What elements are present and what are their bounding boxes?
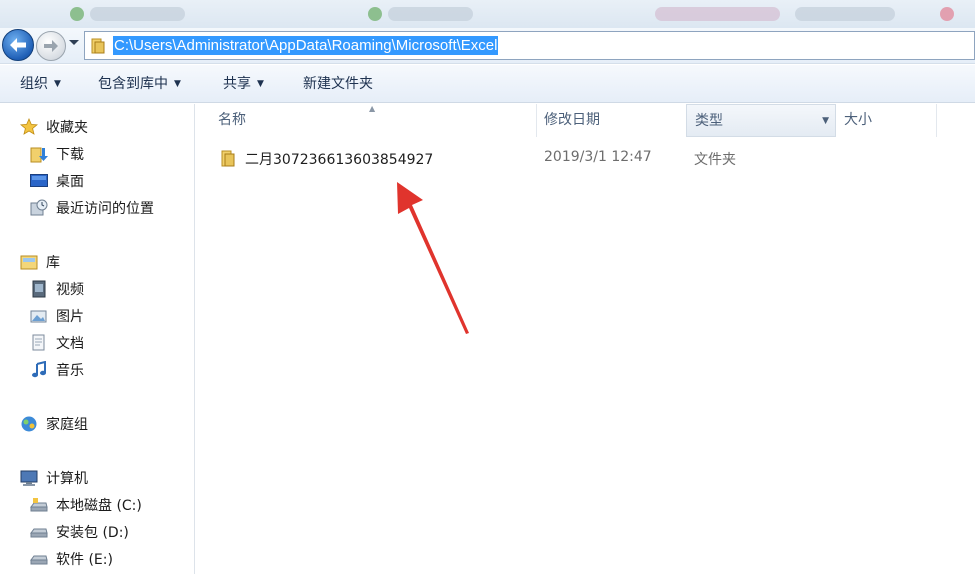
nav-item-label: 桌面: [56, 174, 84, 190]
nav-homegroup[interactable]: 家庭组: [20, 413, 88, 435]
address-path-text[interactable]: C:\Users\Administrator\AppData\Roaming\M…: [113, 36, 499, 55]
nav-item-drive-d[interactable]: 安装包 (D:): [30, 521, 129, 543]
new-folder-label: 新建文件夹: [303, 76, 373, 92]
column-modified-label: 修改日期: [544, 112, 600, 128]
nav-item-desktop[interactable]: 桌面: [30, 170, 84, 192]
share-label: 共享: [223, 76, 251, 92]
folder-icon: [91, 38, 105, 54]
nav-item-downloads[interactable]: 下载: [30, 143, 84, 165]
computer-icon: [20, 469, 38, 487]
nav-item-label: 视频: [56, 282, 84, 298]
chevron-down-icon: ▼: [257, 79, 264, 89]
nav-item-label: 图片: [56, 309, 84, 325]
folder-icon: [221, 150, 235, 167]
navigation-bar: C:\Users\Administrator\AppData\Roaming\M…: [0, 28, 975, 64]
music-icon: [30, 361, 48, 379]
nav-libraries[interactable]: 库: [20, 251, 60, 273]
navigation-pane: 收藏夹 下载 桌面 最近访问的位置 库 视频 图片 文档 音乐 家庭组 计算机 …: [0, 104, 195, 574]
nav-item-videos[interactable]: 视频: [30, 278, 84, 300]
recent-pages-dropdown-icon[interactable]: [68, 39, 80, 47]
star-icon: [20, 118, 38, 136]
chevron-down-icon: ▼: [174, 79, 181, 89]
nav-favorites-label: 收藏夹: [46, 120, 88, 136]
file-modified: 2019/3/1 12:47: [544, 149, 652, 165]
drive-icon: [30, 550, 48, 568]
downloads-folder-icon: [30, 145, 48, 163]
nav-computer[interactable]: 计算机: [20, 467, 88, 489]
column-size-label: 大小: [844, 112, 872, 128]
tab-favicon: [70, 7, 84, 21]
nav-libraries-label: 库: [46, 255, 60, 271]
column-name-label: 名称: [218, 112, 246, 128]
nav-item-documents[interactable]: 文档: [30, 332, 84, 354]
sort-ascending-icon: ▲: [369, 104, 376, 113]
nav-item-label: 音乐: [56, 363, 84, 379]
include-in-library-label: 包含到库中: [98, 76, 168, 92]
nav-favorites[interactable]: 收藏夹: [20, 116, 88, 138]
command-toolbar: 组织 ▼ 包含到库中 ▼ 共享 ▼ 新建文件夹: [0, 65, 975, 103]
top-tab-strip: [0, 0, 975, 30]
desktop-icon: [30, 172, 48, 190]
new-folder-button[interactable]: 新建文件夹: [303, 75, 373, 93]
column-header-modified[interactable]: 修改日期: [536, 104, 686, 137]
nav-item-label: 本地磁盘 (C:): [56, 498, 142, 514]
chevron-down-icon[interactable]: ▼: [822, 105, 829, 138]
library-icon: [20, 253, 38, 271]
file-name: 二月307236613603854927: [245, 152, 434, 168]
address-bar[interactable]: C:\Users\Administrator\AppData\Roaming\M…: [84, 31, 975, 60]
documents-icon: [30, 334, 48, 352]
organize-label: 组织: [20, 76, 48, 92]
nav-item-music[interactable]: 音乐: [30, 359, 84, 381]
arrow-left-icon: [10, 38, 26, 52]
nav-item-label: 下载: [56, 147, 84, 163]
homegroup-icon: [20, 415, 38, 433]
nav-item-drive-e[interactable]: 软件 (E:): [30, 548, 113, 570]
blurred-tab-label: [655, 7, 780, 21]
blurred-tab-label: [388, 7, 473, 21]
file-list-pane: 名称 ▲ 修改日期 类型 ▼ 大小 二月307236613603854927 2…: [196, 104, 975, 574]
pictures-icon: [30, 307, 48, 325]
arrow-right-icon: [44, 40, 58, 52]
nav-item-label: 最近访问的位置: [56, 201, 154, 217]
nav-item-label: 安装包 (D:): [56, 525, 129, 541]
back-button[interactable]: [2, 29, 34, 61]
nav-item-pictures[interactable]: 图片: [30, 305, 84, 327]
column-type-label: 类型: [695, 113, 723, 129]
nav-item-drive-c[interactable]: 本地磁盘 (C:): [30, 494, 142, 516]
share-button[interactable]: 共享 ▼: [223, 75, 264, 93]
nav-homegroup-label: 家庭组: [46, 417, 88, 433]
column-header-size[interactable]: 大小: [836, 104, 936, 137]
blurred-tab-label: [795, 7, 895, 21]
column-divider[interactable]: [936, 104, 937, 137]
file-row[interactable]: 二月307236613603854927 2019/3/1 12:47 文件夹: [216, 146, 956, 170]
tab-close-icon: [940, 7, 954, 21]
chevron-down-icon: ▼: [54, 79, 61, 89]
system-drive-icon: [30, 496, 48, 514]
organize-button[interactable]: 组织 ▼: [20, 75, 61, 93]
videos-icon: [30, 280, 48, 298]
include-in-library-button[interactable]: 包含到库中 ▼: [98, 75, 181, 93]
forward-button[interactable]: [36, 31, 66, 61]
nav-item-label: 文档: [56, 336, 84, 352]
recent-places-icon: [30, 199, 48, 217]
nav-computer-label: 计算机: [46, 471, 88, 487]
file-type: 文件夹: [694, 152, 736, 168]
nav-item-label: 软件 (E:): [56, 552, 113, 568]
blurred-tab-label: [90, 7, 185, 21]
column-header-type[interactable]: 类型 ▼: [686, 104, 836, 137]
nav-item-recent-places[interactable]: 最近访问的位置: [30, 197, 154, 219]
tab-favicon: [368, 7, 382, 21]
drive-icon: [30, 523, 48, 541]
